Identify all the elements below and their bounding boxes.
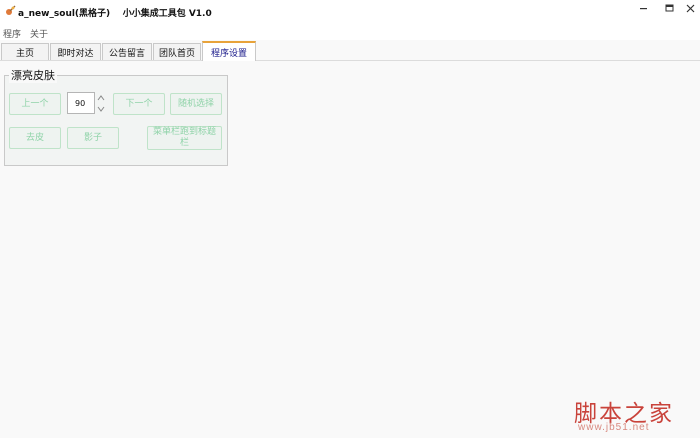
shadow-button[interactable]: 影子 (67, 127, 119, 149)
tab-home[interactable]: 主页 (1, 43, 49, 60)
spin-up-icon[interactable] (97, 95, 105, 101)
random-skin-button[interactable]: 随机选择 (170, 93, 222, 115)
tab-strip: 主页 即时对达 公告留言 团队首页 程序设置 (0, 40, 700, 61)
tab-team[interactable]: 团队首页 (153, 43, 201, 60)
skin-groupbox (4, 75, 228, 166)
spin-down-icon[interactable] (97, 106, 105, 112)
title-bar: a_new_soul(黑格子) 小小集成工具包 V1.0 (0, 0, 700, 24)
window-title: a_new_soul(黑格子) 小小集成工具包 V1.0 (18, 9, 212, 19)
close-button[interactable] (679, 0, 700, 16)
skin-group-title: 漂亮皮肤 (9, 67, 57, 83)
tab-notice[interactable]: 公告留言 (102, 43, 152, 60)
next-skin-button[interactable]: 下一个 (113, 93, 165, 115)
app-icon (6, 5, 16, 15)
watermark-url: www.jb51.net (578, 422, 650, 433)
prev-skin-button[interactable]: 上一个 (9, 93, 61, 115)
minimize-button[interactable] (632, 0, 654, 16)
menu-about[interactable]: 关于 (30, 27, 48, 40)
close-icon (686, 4, 694, 12)
maximize-button[interactable] (658, 0, 680, 16)
menu-bar: 程序 关于 (0, 24, 700, 40)
maximize-icon (665, 4, 673, 11)
remove-skin-button[interactable]: 去皮 (9, 127, 61, 149)
skin-index-value: 90 (75, 98, 86, 108)
tab-chat[interactable]: 即时对达 (50, 43, 101, 60)
minimize-icon (639, 7, 647, 9)
menu-to-title-button[interactable]: 菜单栏跑到标题栏 (147, 126, 222, 150)
skin-index-input[interactable]: 90 (67, 92, 95, 114)
tab-settings[interactable]: 程序设置 (202, 41, 256, 61)
menu-program[interactable]: 程序 (3, 27, 21, 40)
